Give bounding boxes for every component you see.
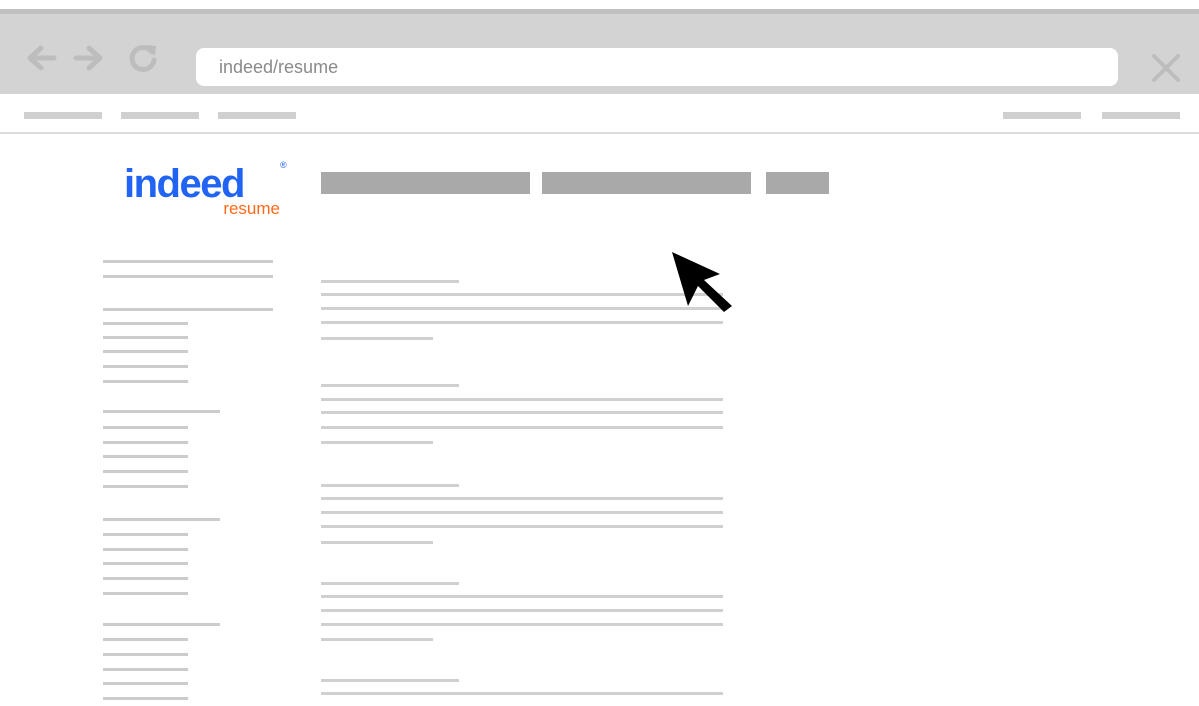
entry-text-line	[321, 595, 723, 598]
entry-text-line	[321, 337, 433, 340]
entry-text-line	[321, 541, 433, 544]
entry-text-line	[321, 321, 723, 324]
sidebar-line[interactable]	[103, 653, 188, 656]
sidebar-line[interactable]	[103, 533, 188, 536]
entry-text-line	[321, 609, 723, 612]
indeed-resume-logo[interactable]: indeed ® resume	[124, 158, 294, 220]
logo-registered-mark: ®	[280, 160, 287, 170]
entry-title-line	[321, 582, 459, 585]
arrow-right-icon	[73, 45, 103, 71]
forward-button[interactable]	[72, 41, 106, 75]
sidebar-line	[103, 260, 273, 263]
entry-text-line	[321, 426, 723, 429]
sidebar-line[interactable]	[103, 365, 188, 368]
browser-toolbar: indeed/resume	[0, 9, 1199, 94]
entry-text-line	[321, 511, 723, 514]
nav-tab[interactable]	[766, 172, 829, 194]
sidebar-line[interactable]	[103, 682, 188, 685]
sidebar-line[interactable]	[103, 380, 188, 383]
nav-tab[interactable]	[321, 172, 530, 194]
sidebar-line[interactable]	[103, 470, 188, 473]
sidebar-line[interactable]	[103, 441, 188, 444]
close-x-icon	[1152, 54, 1180, 82]
bookmark-item[interactable]	[1102, 112, 1180, 119]
address-bar[interactable]: indeed/resume	[196, 48, 1118, 86]
entry-text-line	[321, 293, 723, 296]
logo-subtitle: resume	[223, 199, 280, 218]
window-top-strip	[0, 0, 1199, 9]
sidebar-line	[103, 275, 273, 278]
entry-text-line	[321, 525, 723, 528]
sidebar-line	[103, 410, 220, 413]
sidebar-line[interactable]	[103, 322, 188, 325]
entry-title-line	[321, 484, 459, 487]
sidebar-line[interactable]	[103, 577, 188, 580]
back-button[interactable]	[24, 41, 58, 75]
sidebar-line[interactable]	[103, 638, 188, 641]
entry-title-line	[321, 384, 459, 387]
close-button[interactable]	[1149, 51, 1183, 85]
bookmark-item[interactable]	[121, 112, 199, 119]
entry-text-line	[321, 398, 723, 401]
nav-tab[interactable]	[542, 172, 751, 194]
sidebar-line[interactable]	[103, 562, 188, 565]
sidebar-line[interactable]	[103, 548, 188, 551]
sidebar-line	[103, 518, 220, 521]
sidebar-line[interactable]	[103, 350, 188, 353]
mouse-pointer-icon	[672, 252, 732, 312]
entry-text-line	[321, 411, 723, 414]
sidebar-line[interactable]	[103, 426, 188, 429]
entry-text-line	[321, 307, 723, 310]
sidebar-line[interactable]	[103, 455, 188, 458]
arrow-left-icon	[27, 45, 57, 71]
sidebar-line[interactable]	[103, 697, 188, 700]
reload-button[interactable]	[126, 41, 160, 75]
bookmark-item[interactable]	[1003, 112, 1081, 119]
address-bar-text: indeed/resume	[219, 57, 339, 77]
sidebar-line	[103, 623, 220, 626]
entry-title-line	[321, 280, 459, 283]
entry-title-line	[321, 679, 459, 682]
entry-text-line	[321, 497, 723, 500]
entry-text-line	[321, 638, 433, 641]
bookmarks-bar	[0, 94, 1199, 134]
entry-text-line	[321, 441, 433, 444]
sidebar-line[interactable]	[103, 592, 188, 595]
sidebar-line	[103, 308, 273, 311]
sidebar-line[interactable]	[103, 668, 188, 671]
bookmark-item[interactable]	[218, 112, 296, 119]
bookmark-item[interactable]	[24, 112, 102, 119]
sidebar-line[interactable]	[103, 336, 188, 339]
reload-icon	[129, 44, 157, 72]
entry-text-line	[321, 623, 723, 626]
sidebar-line[interactable]	[103, 485, 188, 488]
entry-text-line	[321, 692, 723, 695]
